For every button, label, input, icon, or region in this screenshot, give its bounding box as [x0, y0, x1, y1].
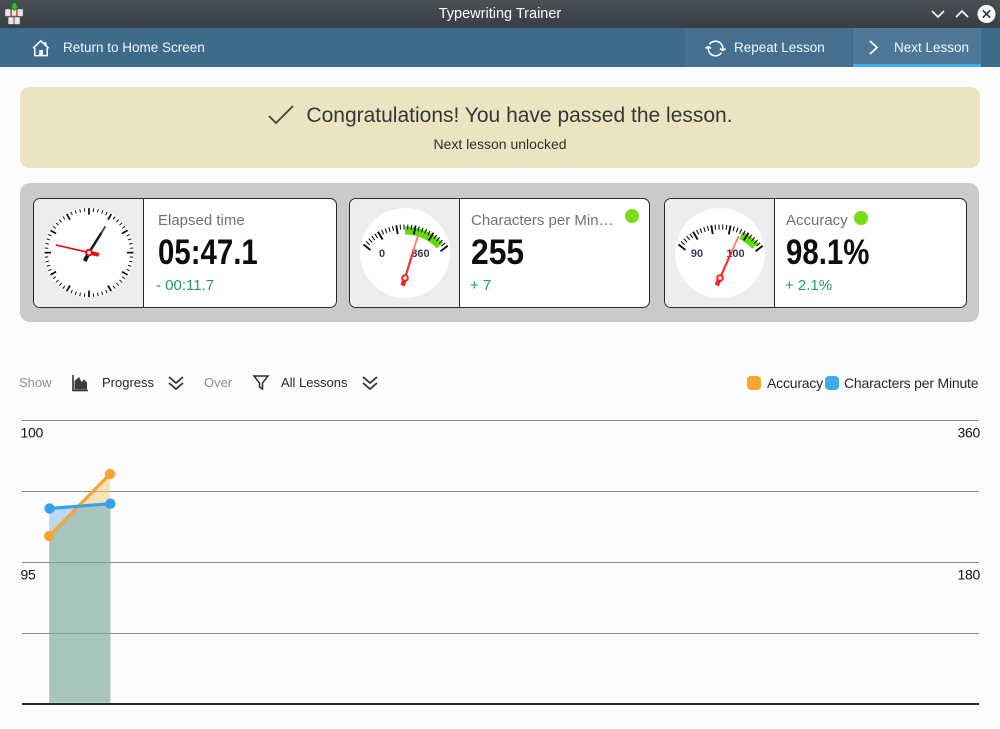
svg-text:95: 95 [21, 567, 36, 583]
svg-text:100: 100 [21, 425, 44, 441]
svg-text:180: 180 [958, 567, 981, 583]
svg-text:360: 360 [958, 425, 981, 441]
svg-text:90: 90 [691, 248, 703, 260]
svg-text:0: 0 [379, 248, 385, 260]
